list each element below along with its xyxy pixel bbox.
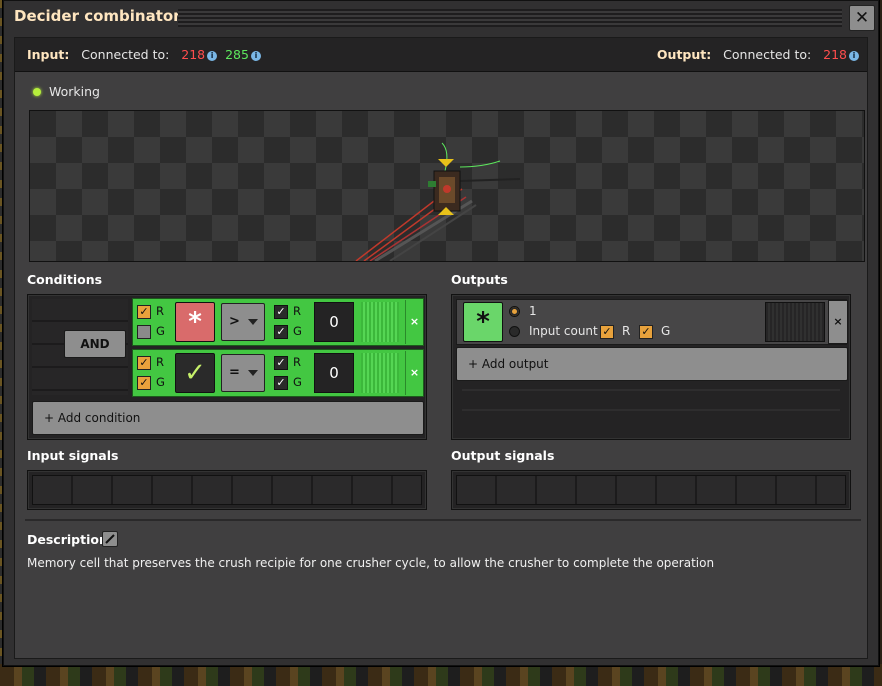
chevron-down-icon bbox=[248, 370, 258, 376]
output-red-label: R bbox=[622, 324, 631, 338]
output-red-checkbox[interactable]: ✓ bbox=[600, 325, 614, 339]
left-red-checkbox[interactable]: ✓ bbox=[137, 305, 151, 319]
output-signal-slots bbox=[456, 475, 846, 505]
drag-grip[interactable] bbox=[361, 353, 399, 393]
right-red-checkbox[interactable]: ✓ bbox=[274, 305, 288, 319]
comparator-value: = bbox=[229, 365, 240, 380]
right-red-label: R bbox=[293, 355, 301, 369]
condition-row-2: ✓ R ✓ G ✓ = ✓ R ✓ G 0 × bbox=[132, 349, 424, 397]
left-red-checkbox[interactable]: ✓ bbox=[137, 356, 151, 370]
left-red-label: R bbox=[156, 304, 164, 318]
input-signals-panel bbox=[27, 470, 427, 510]
outputs-title: Outputs bbox=[451, 272, 508, 287]
input-signals-title: Input signals bbox=[27, 448, 119, 463]
edit-icon[interactable] bbox=[102, 531, 118, 547]
status-text: Working bbox=[49, 84, 100, 99]
and-button[interactable]: AND bbox=[64, 330, 126, 358]
add-condition-button[interactable]: + Add condition bbox=[32, 401, 424, 435]
combinator-preview-image bbox=[355, 142, 521, 261]
constant-input[interactable]: 0 bbox=[314, 353, 354, 393]
add-output-button[interactable]: + Add output bbox=[456, 347, 848, 381]
output-row: * 1 Input count ✓ R ✓ G × bbox=[456, 299, 848, 345]
right-green-checkbox[interactable]: ✓ bbox=[274, 325, 288, 339]
input-connected-label: Connected to: bbox=[81, 47, 170, 62]
input-label: Input: bbox=[27, 47, 70, 62]
check-icon[interactable]: ✓ bbox=[175, 353, 215, 393]
output-connections: Output: Connected to: 218 i bbox=[657, 47, 859, 62]
info-icon[interactable]: i bbox=[849, 51, 859, 61]
output-label: Output: bbox=[656, 47, 712, 62]
info-icon[interactable]: i bbox=[207, 51, 218, 61]
right-green-label: G bbox=[293, 375, 302, 389]
left-green-label: G bbox=[156, 324, 165, 338]
comparator-select[interactable]: > bbox=[221, 303, 265, 341]
divider bbox=[462, 409, 840, 411]
pencil-icon bbox=[105, 534, 115, 544]
divider bbox=[462, 389, 840, 391]
input-connections: Input: Connected to: 218 i 285 i bbox=[27, 47, 261, 62]
conditions-title: Conditions bbox=[27, 272, 103, 287]
output-green-label: G bbox=[661, 324, 671, 338]
decider-combinator-window: Decider combinator ✕ Input: Connected to… bbox=[3, 0, 879, 666]
right-green-checkbox[interactable]: ✓ bbox=[274, 376, 288, 390]
input-count-radio[interactable] bbox=[509, 326, 520, 337]
condition-row-1: ✓ R G * > ✓ R ✓ G 0 × bbox=[132, 298, 424, 346]
outputs-panel: * 1 Input count ✓ R ✓ G × + Add output bbox=[451, 294, 851, 440]
status-dot-icon bbox=[33, 88, 41, 96]
remove-output-button[interactable]: × bbox=[828, 300, 848, 344]
chevron-down-icon bbox=[248, 319, 258, 325]
drag-grip[interactable] bbox=[361, 302, 399, 342]
connection-bar: Input: Connected to: 218 i 285 i Output: C… bbox=[15, 38, 867, 72]
title-bar[interactable]: Decider combinator ✕ bbox=[4, 1, 878, 35]
close-button[interactable]: ✕ bbox=[849, 5, 875, 31]
background-world-bottom bbox=[0, 664, 882, 686]
left-green-label: G bbox=[156, 375, 165, 389]
description-text: Memory cell that preserves the crush rec… bbox=[27, 556, 715, 570]
main-content: Input: Connected to: 218 i 285 i Output: C… bbox=[14, 37, 868, 659]
input-count-label: Input count bbox=[529, 324, 598, 338]
left-green-checkbox[interactable] bbox=[137, 325, 151, 339]
everything-icon[interactable]: * bbox=[463, 302, 503, 342]
left-green-checkbox[interactable]: ✓ bbox=[137, 376, 151, 390]
entity-preview[interactable] bbox=[29, 110, 865, 262]
right-red-checkbox[interactable]: ✓ bbox=[274, 356, 288, 370]
constant-radio[interactable] bbox=[509, 306, 520, 317]
output-green-checkbox[interactable]: ✓ bbox=[639, 325, 653, 339]
everything-icon[interactable]: * bbox=[175, 302, 215, 342]
input-green-network-id: 285 bbox=[225, 47, 249, 62]
right-red-label: R bbox=[293, 304, 301, 318]
comparator-value: > bbox=[229, 314, 240, 329]
remove-condition-button[interactable]: × bbox=[405, 300, 423, 344]
output-red-network-id: 218 bbox=[823, 47, 847, 62]
constant-input[interactable]: 0 bbox=[314, 302, 354, 342]
drag-handle[interactable] bbox=[178, 9, 842, 27]
input-red-network-id: 218 bbox=[181, 47, 206, 62]
description-title: Description bbox=[27, 532, 108, 547]
remove-condition-button[interactable]: × bbox=[405, 351, 423, 395]
output-signals-title: Output signals bbox=[451, 448, 555, 463]
section-divider bbox=[25, 519, 861, 521]
input-signal-slots bbox=[32, 475, 422, 505]
drag-grip[interactable] bbox=[765, 302, 825, 342]
window-title: Decider combinator bbox=[14, 7, 181, 25]
output-signals-panel bbox=[451, 470, 851, 510]
output-connected-label: Connected to: bbox=[723, 47, 812, 62]
left-red-label: R bbox=[156, 355, 164, 369]
info-icon[interactable]: i bbox=[250, 51, 261, 61]
right-green-label: G bbox=[293, 324, 302, 338]
comparator-select[interactable]: = bbox=[221, 354, 265, 392]
conditions-panel: AND ✓ R G * > ✓ R ✓ G 0 × ✓ R ✓ G ✓ = ✓ … bbox=[27, 294, 427, 440]
status-indicator: Working bbox=[33, 84, 100, 99]
constant-option-label: 1 bbox=[529, 304, 537, 318]
